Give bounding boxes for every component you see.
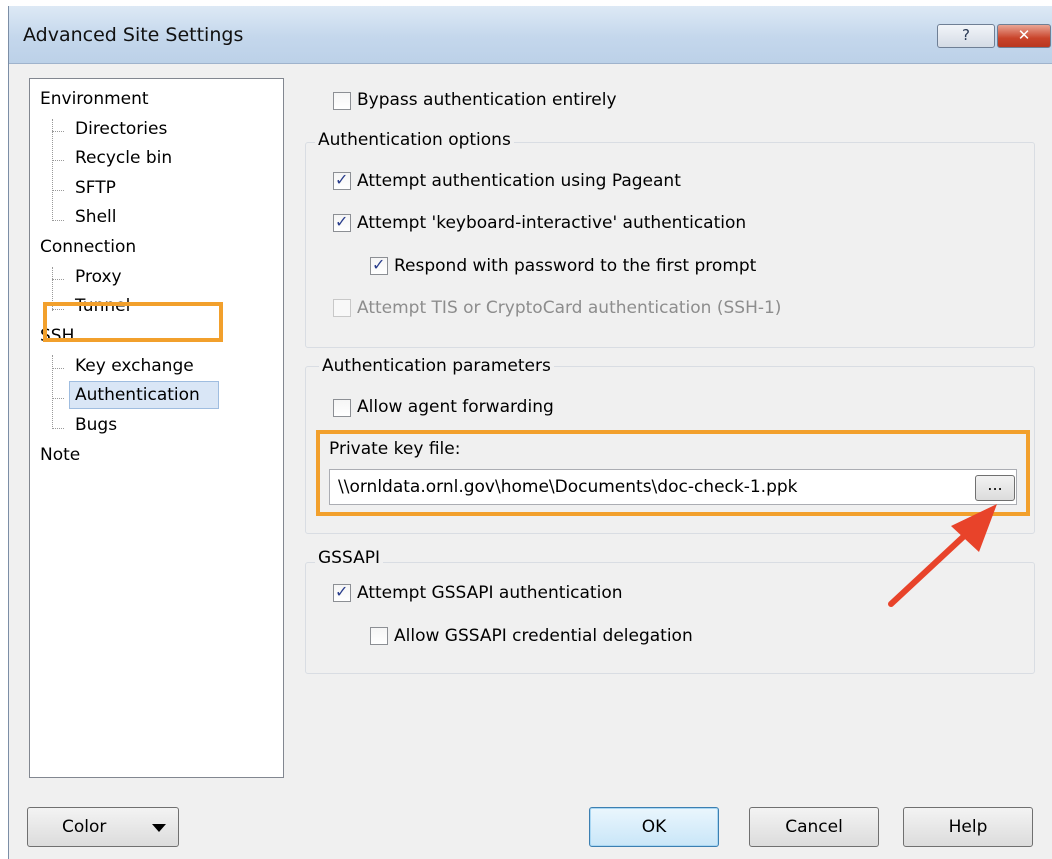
help-icon[interactable]: ?	[937, 24, 995, 48]
respond-password-label: Respond with password to the first promp…	[394, 256, 757, 276]
ok-button[interactable]: OK	[589, 807, 719, 847]
color-dropdown-button[interactable]: Color	[27, 807, 179, 847]
tree-item-proxy[interactable]: Proxy	[75, 265, 122, 289]
title-bar: Advanced Site Settings ? ✕	[9, 6, 1052, 64]
keyboard-interactive-checkbox[interactable]	[333, 212, 351, 232]
authentication-options-title: Authentication options	[315, 130, 514, 150]
tree-item-note[interactable]: Note	[40, 443, 80, 467]
bypass-authentication-checkbox[interactable]	[333, 92, 351, 110]
tis-cryptocard-checkbox[interactable]	[333, 299, 351, 317]
gssapi-delegation-label: Allow GSSAPI credential delegation	[394, 626, 693, 646]
agent-forwarding-checkbox[interactable]	[333, 399, 351, 417]
respond-password-checkbox[interactable]	[370, 255, 388, 275]
tree-item-authentication[interactable]: Authentication	[75, 383, 200, 407]
authentication-highlight-frame	[43, 302, 223, 342]
dropdown-arrow-icon	[152, 824, 166, 832]
authentication-parameters-title: Authentication parameters	[319, 356, 554, 376]
gssapi-auth-checkbox[interactable]	[333, 582, 351, 602]
private-key-label: Private key file:	[329, 439, 461, 459]
tree-item-environment[interactable]: Environment	[40, 87, 149, 111]
tree-item-sftp[interactable]: SFTP	[75, 176, 116, 200]
tree-item-shell[interactable]: Shell	[75, 205, 116, 229]
close-icon[interactable]: ✕	[997, 24, 1051, 48]
tree-item-connection[interactable]: Connection	[40, 235, 136, 259]
tree-item-key-exchange[interactable]: Key exchange	[75, 354, 194, 378]
window-title: Advanced Site Settings	[23, 24, 244, 46]
help-button[interactable]: Help	[903, 807, 1033, 847]
tree-item-directories[interactable]: Directories	[75, 117, 167, 141]
bypass-authentication-label: Bypass authentication entirely	[357, 90, 617, 110]
settings-tree: Environment Directories Recycle bin SFTP…	[29, 78, 284, 778]
advanced-site-settings-dialog: Advanced Site Settings ? ✕ Environment D…	[8, 6, 1052, 859]
tis-cryptocard-label: Attempt TIS or CryptoCard authentication…	[357, 298, 782, 318]
tree-item-recycle-bin[interactable]: Recycle bin	[75, 146, 172, 170]
pageant-checkbox[interactable]	[333, 170, 351, 190]
gssapi-title: GSSAPI	[315, 548, 383, 568]
agent-forwarding-label: Allow agent forwarding	[357, 397, 554, 417]
gssapi-auth-label: Attempt GSSAPI authentication	[357, 583, 623, 603]
annotation-arrow-icon	[888, 504, 997, 607]
private-key-value: \\ornldata.ornl.gov\home\Documents\doc-c…	[338, 477, 798, 497]
pageant-label: Attempt authentication using Pageant	[357, 171, 681, 191]
cancel-button[interactable]: Cancel	[749, 807, 879, 847]
gssapi-delegation-checkbox[interactable]	[370, 627, 388, 645]
tree-item-bugs[interactable]: Bugs	[75, 413, 117, 437]
color-button-label: Color	[62, 817, 107, 837]
keyboard-interactive-label: Attempt 'keyboard-interactive' authentic…	[357, 213, 747, 233]
